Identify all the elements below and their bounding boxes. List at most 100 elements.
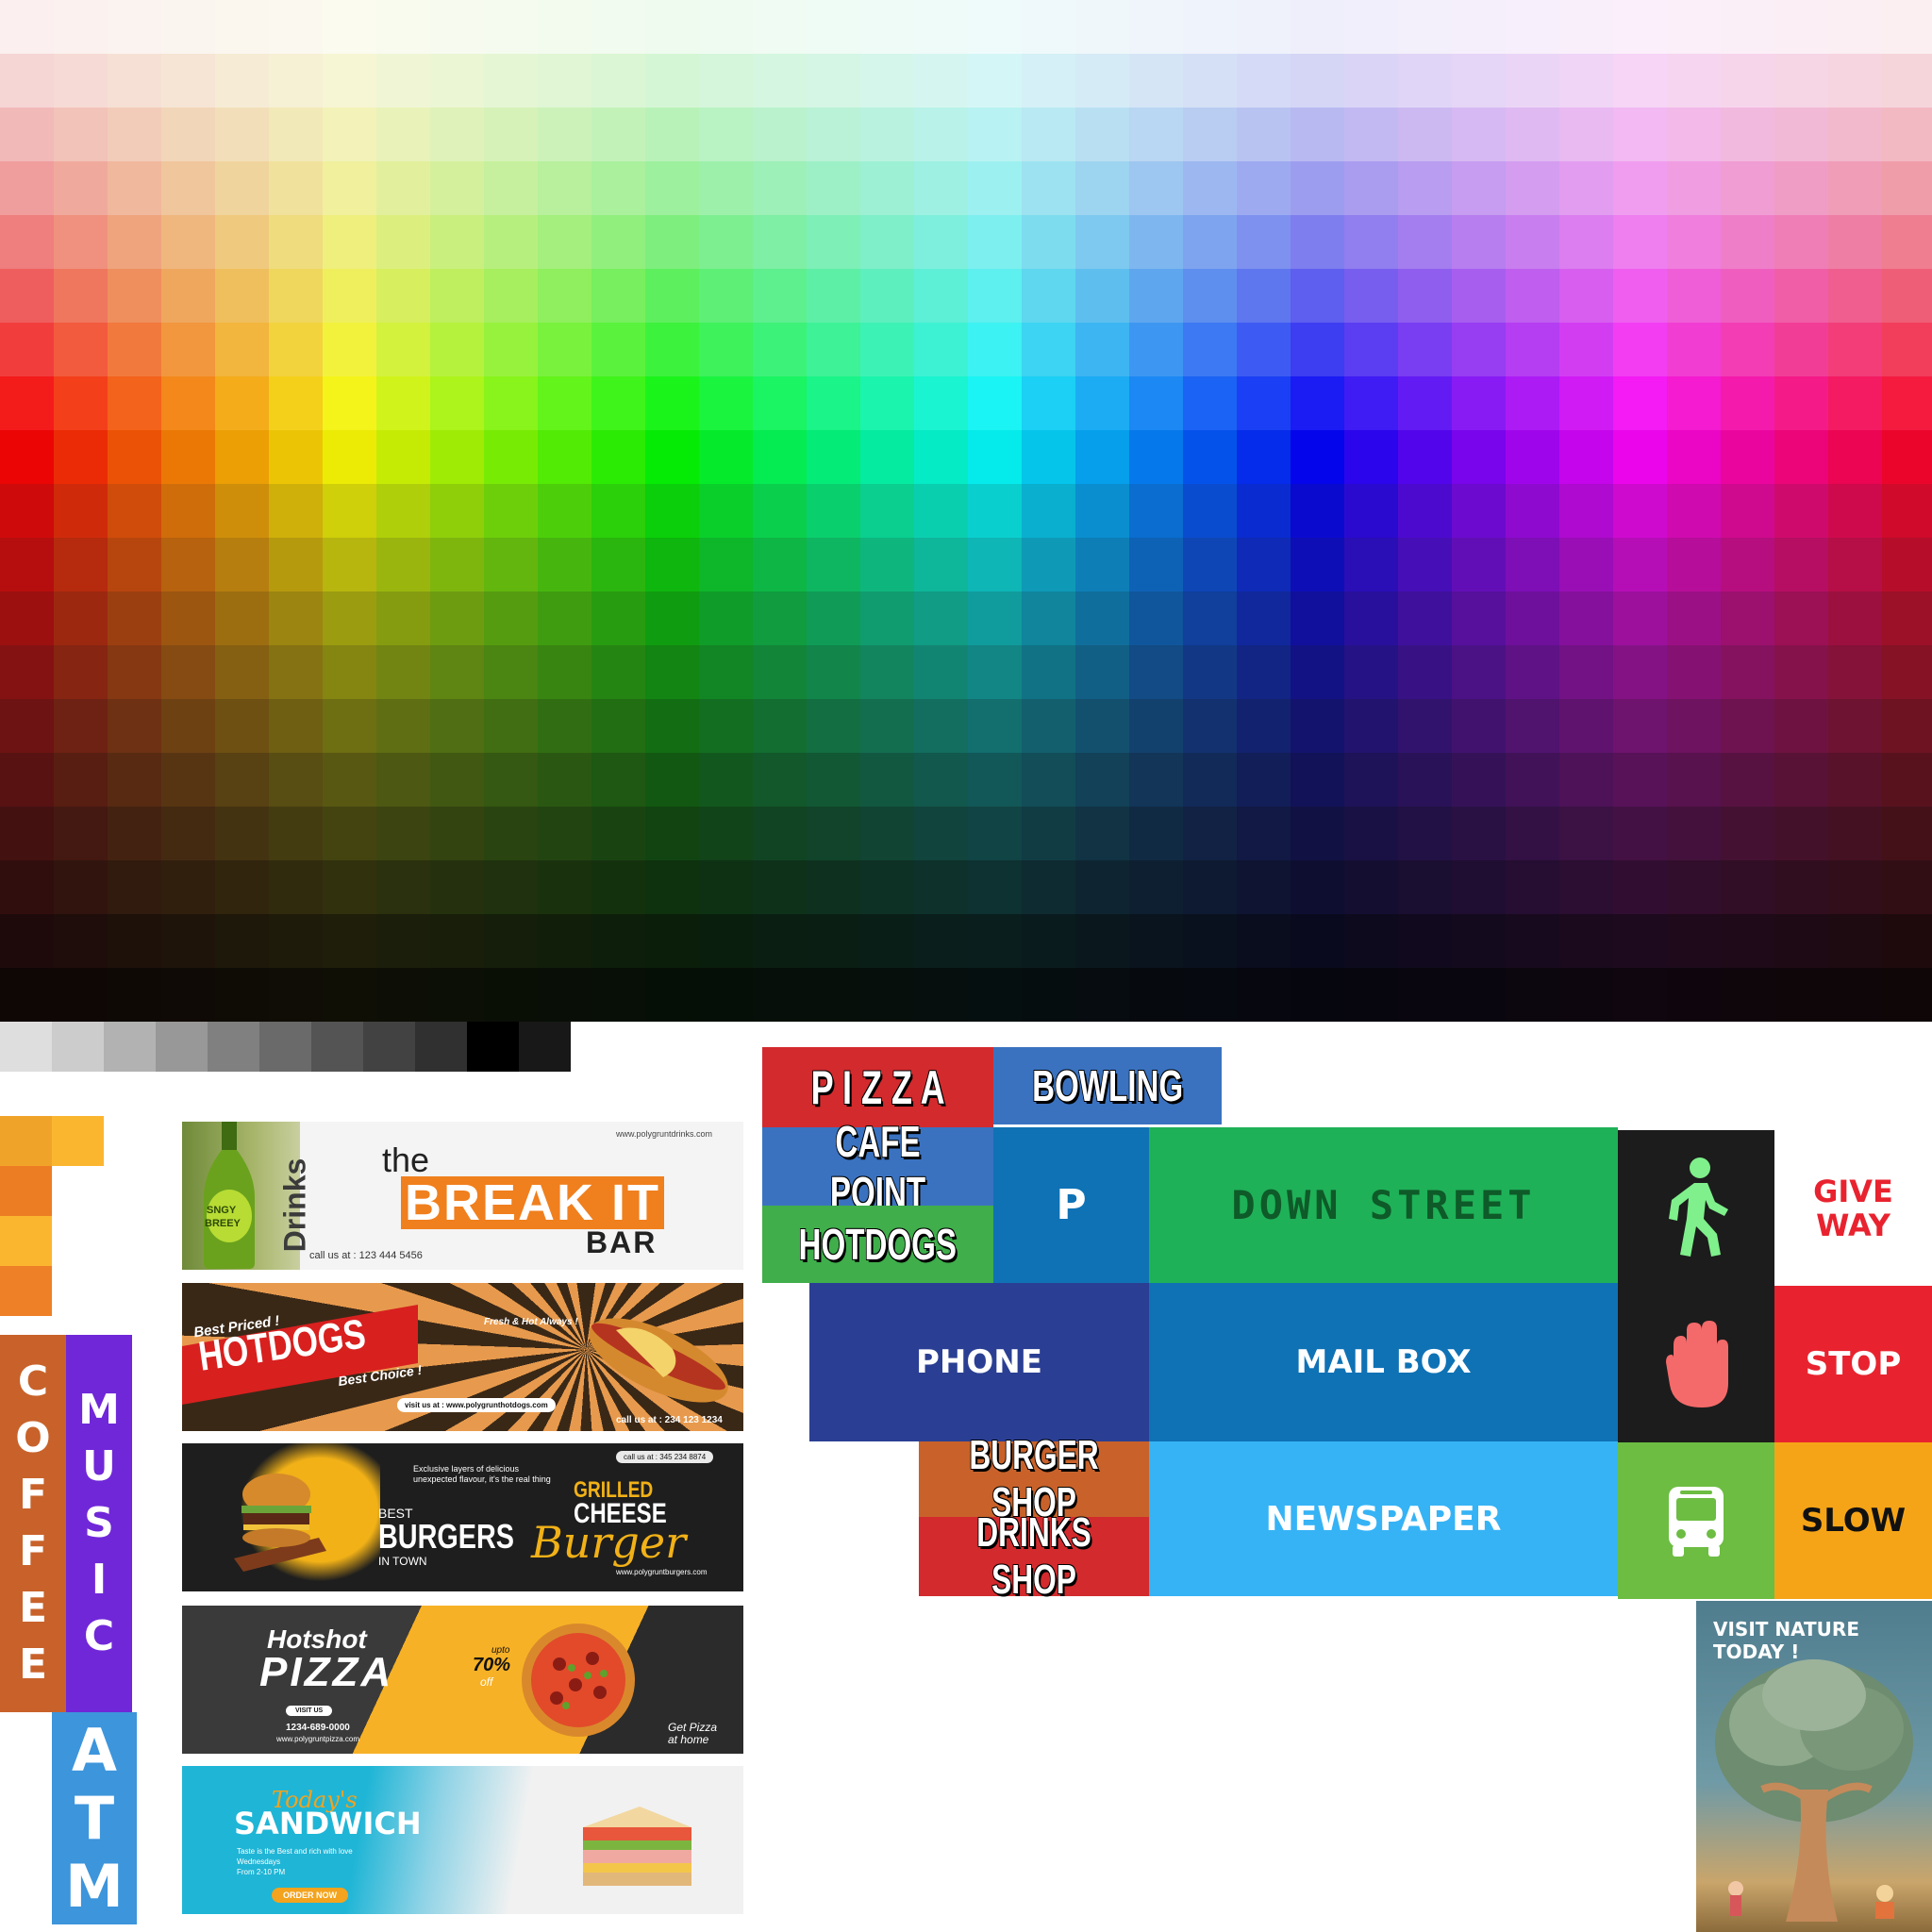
- palette-swatch: [484, 215, 538, 270]
- pizza-icon: [522, 1624, 635, 1737]
- palette-swatch: [860, 323, 914, 377]
- palette-swatch: [860, 108, 914, 162]
- palette-swatch: [914, 323, 968, 377]
- atm-letter: T: [74, 1783, 115, 1853]
- palette-swatch: [161, 215, 215, 270]
- phone-sign-label: PHONE: [916, 1343, 1042, 1381]
- palette-swatch: [54, 269, 108, 324]
- palette-swatch: [1022, 591, 1075, 646]
- palette-swatch: [1828, 699, 1882, 754]
- palette-swatch: [914, 0, 968, 55]
- palette-swatch: [1129, 645, 1183, 700]
- palette-swatch: [699, 807, 753, 861]
- palette-swatch: [1774, 484, 1828, 539]
- palette-swatch: [1291, 591, 1344, 646]
- orange-swatch-1: [0, 1116, 52, 1166]
- palette-swatch: [430, 0, 484, 55]
- palette-swatch: [1075, 0, 1129, 55]
- palette-swatch: [376, 807, 430, 861]
- palette-swatch: [430, 591, 484, 646]
- palette-swatch: [1721, 269, 1774, 324]
- palette-swatch: [323, 269, 376, 324]
- palette-swatch: [1398, 860, 1452, 915]
- palette-swatch: [1828, 430, 1882, 485]
- palette-swatch: [1075, 699, 1129, 754]
- palette-swatch: [0, 591, 54, 646]
- palette-swatch: [484, 269, 538, 324]
- palette-swatch: [54, 968, 108, 1022]
- palette-swatch: [753, 538, 807, 592]
- palette-swatch: [161, 645, 215, 700]
- palette-swatch: [54, 753, 108, 808]
- palette-swatch: [1559, 161, 1613, 216]
- palette-swatch: [1075, 591, 1129, 646]
- palette-swatch: [1022, 215, 1075, 270]
- burgers-in-town: IN TOWN: [378, 1555, 427, 1568]
- palette-swatch: [1075, 215, 1129, 270]
- palette-swatch: [484, 968, 538, 1022]
- palette-swatch: [161, 0, 215, 55]
- coffee-letter: F: [18, 1471, 48, 1519]
- palette-swatch: [1344, 54, 1398, 108]
- cafe-point-sign-label: CAFE POINT: [829, 1116, 926, 1217]
- palette-swatch: [484, 645, 538, 700]
- palette-swatch: [108, 753, 161, 808]
- palette-swatch: [1667, 860, 1721, 915]
- palette-swatch: [1667, 215, 1721, 270]
- palette-swatch: [0, 108, 54, 162]
- gray-swatch: [259, 1022, 311, 1072]
- palette-swatch: [1882, 538, 1932, 592]
- burgers-url: www.polygruntburgers.com: [616, 1568, 708, 1576]
- palette-swatch: [1506, 914, 1559, 969]
- palette-swatch: [1882, 376, 1932, 431]
- palette-swatch: [1075, 538, 1129, 592]
- palette-swatch: [54, 538, 108, 592]
- palette-swatch: [914, 591, 968, 646]
- palette-swatch: [1506, 161, 1559, 216]
- palette-swatch: [1398, 269, 1452, 324]
- palette-swatch: [54, 161, 108, 216]
- palette-swatch: [860, 538, 914, 592]
- palette-swatch: [1882, 0, 1932, 55]
- palette-swatch: [1667, 108, 1721, 162]
- newspaper-sign-label: NEWSPAPER: [1265, 1499, 1502, 1539]
- palette-swatch: [108, 54, 161, 108]
- palette-swatch: [1506, 645, 1559, 700]
- palette-swatch: [269, 591, 323, 646]
- sandwich-order-button[interactable]: ORDER NOW: [272, 1888, 348, 1903]
- palette-swatch: [1183, 645, 1237, 700]
- palette-swatch: [269, 645, 323, 700]
- palette-swatch: [968, 914, 1022, 969]
- palette-swatch: [1721, 753, 1774, 808]
- palette-swatch: [1398, 753, 1452, 808]
- palette-swatch: [1129, 914, 1183, 969]
- palette-swatch: [968, 699, 1022, 754]
- palette-swatch: [376, 215, 430, 270]
- mail-box-sign: MAIL BOX: [1149, 1283, 1618, 1441]
- palette-swatch: [0, 807, 54, 861]
- palette-swatch: [1882, 753, 1932, 808]
- palette-swatch: [1774, 860, 1828, 915]
- palette-swatch: [1667, 753, 1721, 808]
- palette-swatch: [215, 968, 269, 1022]
- palette-swatch: [914, 376, 968, 431]
- palette-swatch: [1506, 376, 1559, 431]
- palette-swatch: [645, 108, 699, 162]
- palette-swatch: [54, 0, 108, 55]
- palette-swatch: [1452, 807, 1506, 861]
- palette-swatch: [1667, 645, 1721, 700]
- drinks-side-label: Drinks: [277, 1158, 312, 1253]
- palette-swatch: [1721, 860, 1774, 915]
- palette-swatch: [1452, 269, 1506, 324]
- palette-swatch: [1774, 807, 1828, 861]
- palette-swatch: [753, 484, 807, 539]
- palette-swatch: [1237, 215, 1291, 270]
- palette-swatch: [1237, 860, 1291, 915]
- palette-swatch: [1667, 430, 1721, 485]
- palette-swatch: [1398, 376, 1452, 431]
- palette-swatch: [1667, 269, 1721, 324]
- palette-swatch: [591, 376, 645, 431]
- palette-swatch: [1613, 269, 1667, 324]
- palette-swatch: [269, 215, 323, 270]
- palette-swatch: [1828, 215, 1882, 270]
